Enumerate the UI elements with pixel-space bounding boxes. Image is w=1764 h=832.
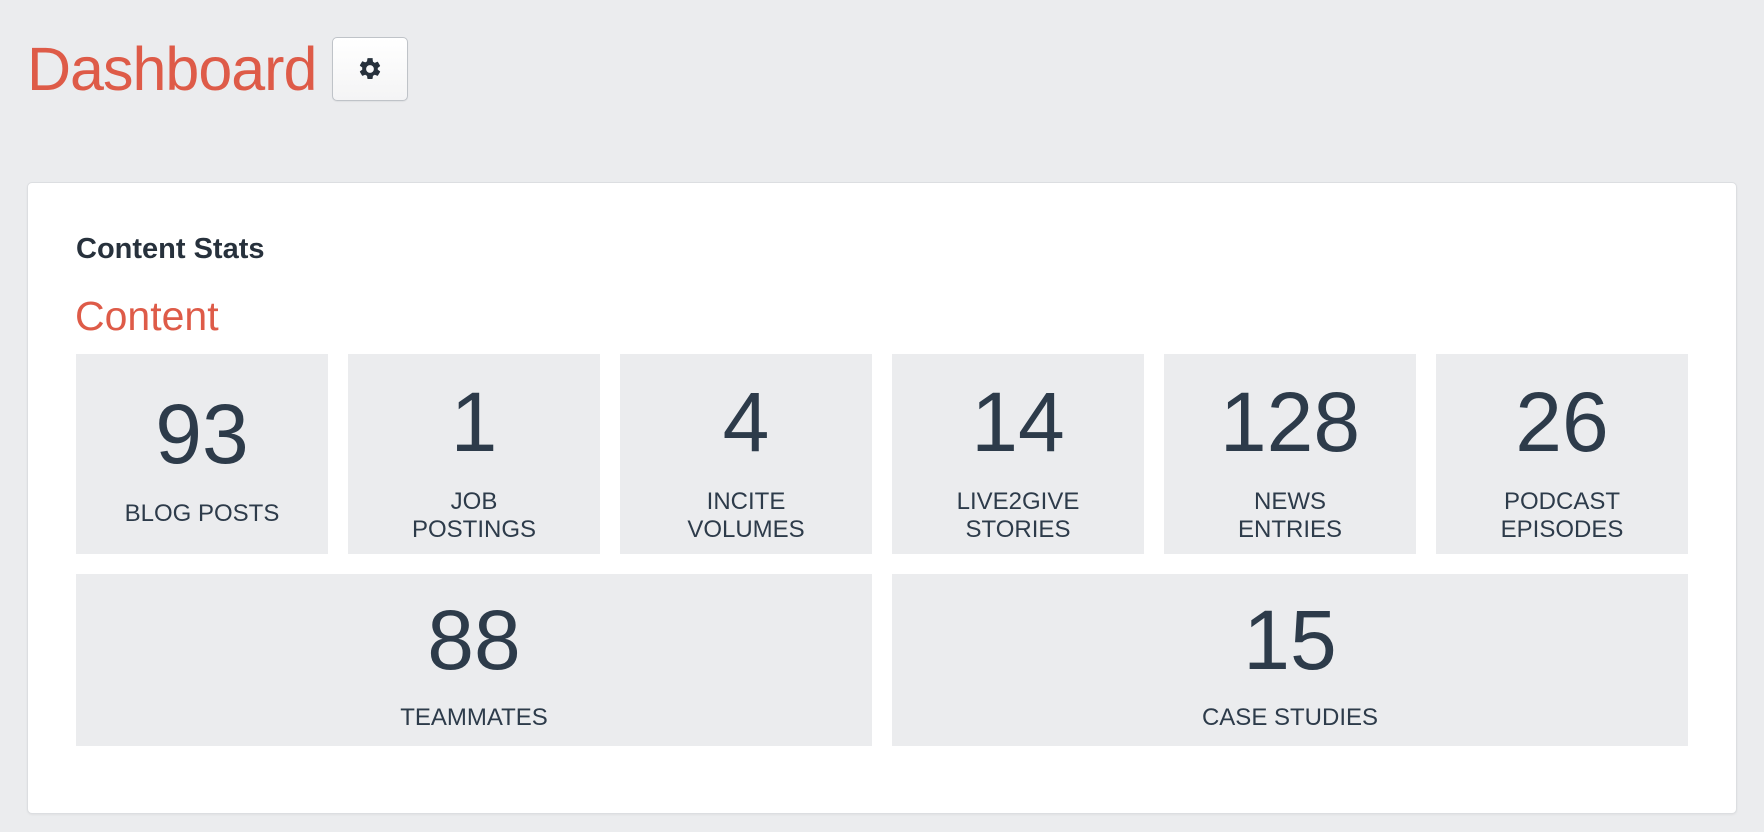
stat-value: 15: [1243, 593, 1337, 687]
stat-label: JOB POSTINGS: [411, 488, 537, 543]
stat-value: 88: [427, 593, 521, 687]
stats-tiles: 93 BLOG POSTS 1 JOB POSTINGS 4 INCITE VO…: [76, 354, 1689, 766]
stat-label: TEAMMATES: [400, 704, 548, 731]
stat-tile-incite-volumes[interactable]: 4 INCITE VOLUMES: [620, 354, 872, 554]
stat-label: LIVE2GIVE STORIES: [956, 488, 1080, 543]
stat-value: 4: [722, 375, 770, 469]
stat-label: NEWS ENTRIES: [1237, 488, 1342, 543]
page-header: Dashboard: [27, 32, 409, 106]
section-title: Content: [75, 293, 219, 339]
stat-tile-news-entries[interactable]: 128 NEWS ENTRIES: [1164, 354, 1416, 554]
settings-button[interactable]: [332, 37, 409, 101]
stat-value: 93: [155, 387, 249, 481]
stat-tile-podcast-episodes[interactable]: 26 PODCAST EPISODES: [1436, 354, 1688, 554]
page-title: Dashboard: [27, 35, 317, 103]
stat-tile-case-studies[interactable]: 15 CASE STUDIES: [892, 574, 1688, 746]
stat-value: 1: [450, 375, 498, 469]
stat-tile-teammates[interactable]: 88 TEAMMATES: [76, 574, 872, 746]
stat-label: BLOG POSTS: [124, 500, 280, 527]
stats-row-2: 88 TEAMMATES 15 CASE STUDIES: [76, 574, 1689, 746]
stat-tile-job-postings[interactable]: 1 JOB POSTINGS: [348, 354, 600, 554]
stat-tile-live2give-stories[interactable]: 14 LIVE2GIVE STORIES: [892, 354, 1144, 554]
stat-value: 14: [971, 375, 1065, 469]
stat-label: INCITE VOLUMES: [687, 488, 805, 543]
stat-value: 26: [1515, 375, 1609, 469]
card-title: Content Stats: [76, 233, 265, 265]
content-stats-card: Content Stats Content 93 BLOG POSTS 1 JO…: [27, 182, 1737, 814]
stat-tile-blog-posts[interactable]: 93 BLOG POSTS: [76, 354, 328, 554]
stat-label: CASE STUDIES: [1201, 704, 1379, 731]
stat-label: PODCAST EPISODES: [1500, 488, 1624, 543]
stats-row-1: 93 BLOG POSTS 1 JOB POSTINGS 4 INCITE VO…: [76, 354, 1689, 554]
gear-icon: [357, 56, 383, 82]
stat-value: 128: [1219, 375, 1361, 469]
